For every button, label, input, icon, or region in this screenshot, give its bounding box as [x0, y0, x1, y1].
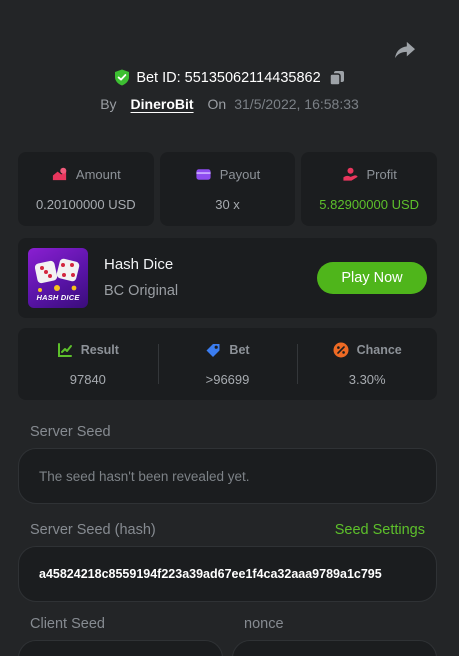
nonce-field[interactable]	[232, 640, 437, 656]
profit-label: Profit	[366, 167, 397, 182]
by-label: By	[100, 96, 117, 112]
chance-column: Chance 3.30%	[297, 328, 437, 400]
payout-value: 30 x	[215, 197, 240, 212]
result-label: Result	[80, 342, 119, 357]
profit-value: 5.82900000 USD	[319, 197, 420, 212]
payout-card: Payout 30 x	[159, 152, 296, 226]
play-now-button[interactable]: Play Now	[317, 262, 427, 294]
nonce-label: nonce	[244, 616, 284, 632]
bet-datetime: 31/5/2022, 16:58:33	[234, 96, 359, 112]
bet-column: Bet >96699	[157, 328, 298, 400]
hash-dice-thumbnail[interactable]: HASH DICE	[28, 248, 88, 308]
coins-icon	[52, 167, 67, 181]
chance-label: Chance	[356, 342, 402, 357]
bet-label: Bet	[229, 342, 250, 357]
seed-settings-link[interactable]: Seed Settings	[335, 522, 425, 538]
server-seed-field[interactable]: The seed hasn't been revealed yet.	[18, 448, 437, 504]
username-link[interactable]: DineroBit	[131, 96, 194, 112]
profit-card: Profit 5.82900000 USD	[301, 152, 438, 226]
bet-value: >96699	[205, 371, 250, 387]
server-seed-hash-value: a45824218c8559194f223a39ad67ee1f4ca32aaa…	[39, 567, 382, 581]
payout-label: Payout	[219, 167, 261, 182]
amount-value: 0.20100000 USD	[35, 197, 136, 212]
amount-label: Amount	[75, 167, 121, 182]
server-seed-hash-field[interactable]: a45824218c8559194f223a39ad67ee1f4ca32aaa…	[18, 546, 437, 602]
server-seed-hash-label: Server Seed (hash)	[30, 522, 156, 538]
thumbnail-caption: HASH DICE	[36, 293, 80, 302]
on-label: On	[207, 96, 227, 112]
profit-icon	[342, 167, 358, 181]
percent-icon	[333, 342, 349, 357]
game-subtitle: BC Original	[104, 283, 179, 299]
bet-id-row: Bet ID: 55135062114435862	[0, 69, 459, 86]
result-card: Result 97840 Bet >96699 Chance 3.30%	[18, 328, 437, 400]
share-icon[interactable]	[394, 40, 416, 60]
wallet-icon	[196, 169, 211, 180]
client-seed-field[interactable]	[18, 640, 223, 656]
bet-id: Bet ID: 55135062114435862	[136, 70, 321, 86]
client-seed-label: Client Seed	[30, 616, 105, 632]
server-seed-label: Server Seed	[30, 424, 111, 440]
game-card: HASH DICE Hash Dice BC Original Play Now	[18, 238, 437, 318]
chance-value: 3.30%	[348, 371, 386, 387]
tag-icon	[206, 343, 220, 357]
verified-shield-icon	[115, 69, 130, 86]
result-column: Result 97840	[18, 328, 158, 400]
amount-card: Amount 0.20100000 USD	[18, 152, 154, 226]
copy-icon[interactable]	[328, 70, 345, 86]
server-seed-value: The seed hasn't been revealed yet.	[39, 468, 250, 484]
result-value: 97840	[69, 371, 106, 387]
game-title: Hash Dice	[104, 256, 174, 273]
bet-stats: Amount 0.20100000 USD Payout 30 x Profit…	[18, 152, 438, 226]
result-icon	[57, 342, 72, 357]
bet-owner-row: By DineroBit On 31/5/2022, 16:58:33	[0, 96, 459, 112]
